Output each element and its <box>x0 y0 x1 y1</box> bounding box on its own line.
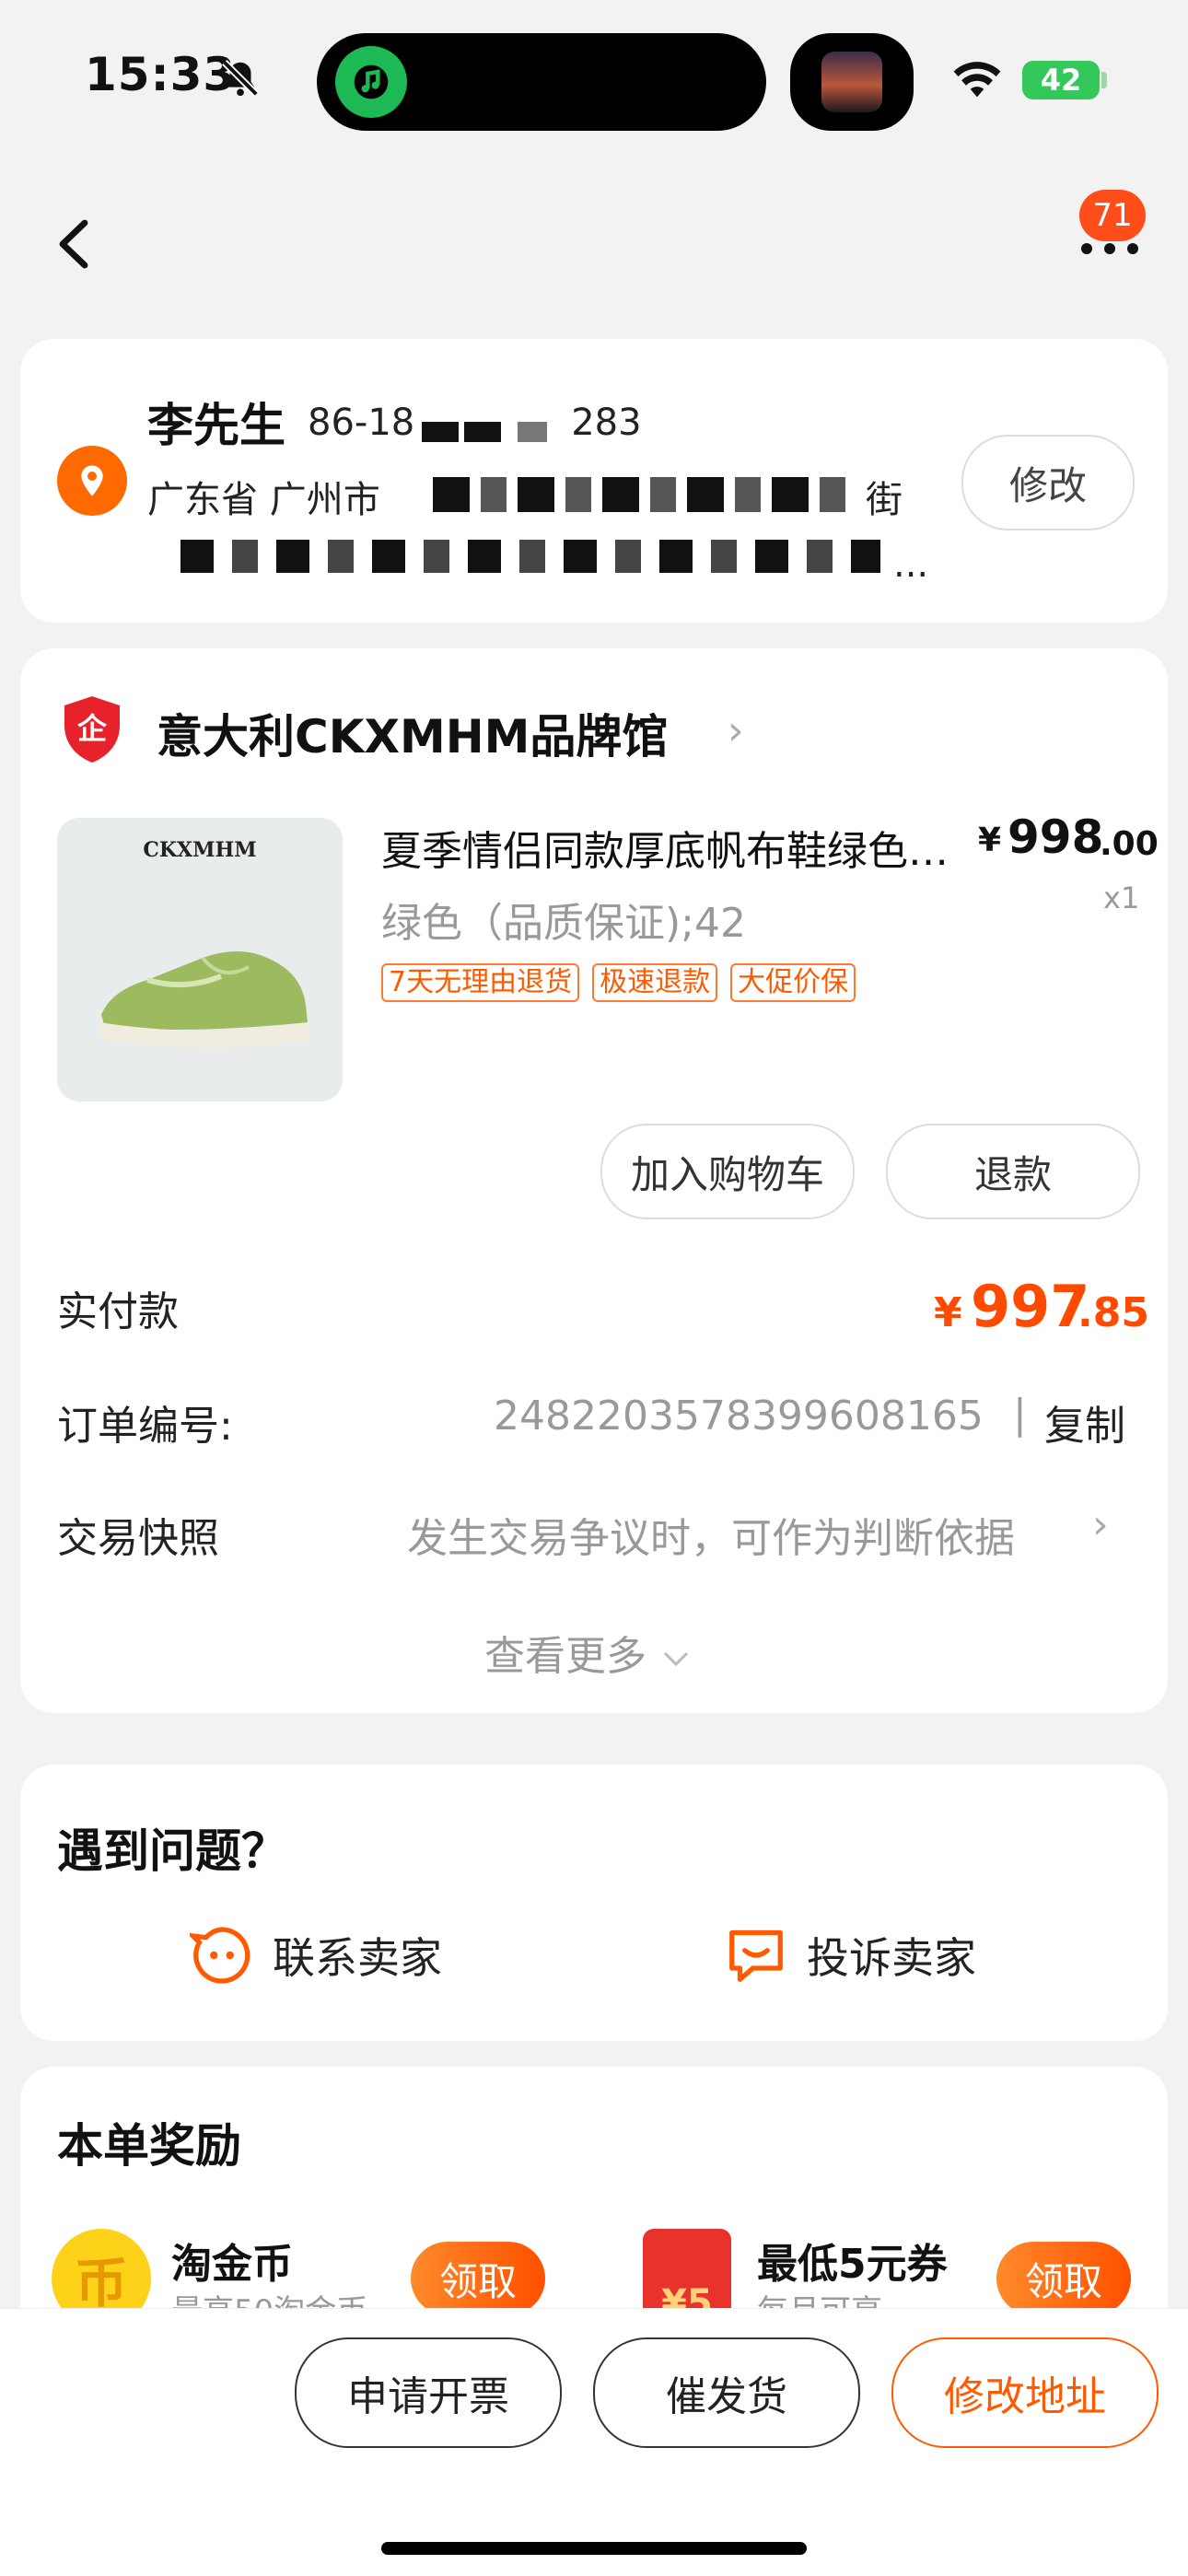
recipient-phone-tail: 283 <box>571 402 642 444</box>
shop-shield-icon: 企 <box>64 696 120 763</box>
quantity: x1 <box>1103 880 1140 915</box>
copy-order-button[interactable]: 复制 <box>1044 1393 1125 1451</box>
svg-text:企: 企 <box>77 711 108 746</box>
complain-seller-label: 投诉卖家 <box>807 1933 976 1983</box>
battery-tip <box>1101 72 1107 88</box>
battery-indicator: 42 <box>1022 61 1100 99</box>
order-separator: | <box>1013 1391 1027 1438</box>
problem-title: 遇到问题？ <box>57 1824 287 1878</box>
product-sku: 绿色（品质保证);42 <box>381 900 746 947</box>
shoe-illustration <box>99 951 309 1048</box>
service-tag: 7天无理由退货 <box>381 963 580 1002</box>
message-count-badge: 71 <box>1079 190 1146 241</box>
view-more-label: 查看更多 <box>484 1633 646 1680</box>
chevron-right-icon[interactable]: › <box>1092 1501 1109 1548</box>
status-time: 15:33 <box>85 48 237 101</box>
coupon-reward-title: 最低5元券 <box>757 2241 948 2288</box>
snapshot-description[interactable]: 发生交易争议时，可作为判断依据 <box>407 1505 1015 1564</box>
contact-seller-label: 联系卖家 <box>273 1933 442 1983</box>
silent-bell-icon <box>222 60 259 97</box>
recipient-name: 李先生 <box>147 399 285 452</box>
coin-reward-title: 淘金币 <box>171 2241 293 2288</box>
refund-button[interactable]: 退款 <box>886 1124 1140 1219</box>
home-indicator[interactable] <box>381 2542 807 2555</box>
service-tag: 大促价保 <box>730 963 856 1002</box>
music-app-icon[interactable] <box>335 46 407 118</box>
product-image[interactable]: CKXMHM <box>57 818 343 1102</box>
service-tags: 7天无理由退货 极速退款 大促价保 <box>381 963 856 1002</box>
problem-card <box>20 1765 1168 2041</box>
edit-address-button[interactable]: 修改 <box>961 435 1135 530</box>
claim-coupon-button[interactable]: 领取 <box>996 2242 1131 2315</box>
complaint-bubble-icon <box>729 1929 783 1982</box>
reward-title: 本单奖励 <box>57 2119 241 2173</box>
location-pin-icon <box>57 446 127 516</box>
claim-coin-button[interactable]: 领取 <box>411 2242 545 2315</box>
order-number: 2482203578399608165 <box>494 1393 984 1440</box>
phone-redaction <box>518 422 547 442</box>
product-title[interactable]: 夏季情侣同款厚底帆布鞋绿色小众设计 <box>381 818 952 877</box>
complain-seller-button[interactable]: 投诉卖家 <box>724 1923 976 1987</box>
recipient-phone-prefix: 86-18 <box>308 402 415 444</box>
back-arrow-icon[interactable] <box>48 212 103 276</box>
address-redaction <box>181 540 880 573</box>
paid-currency: ¥ <box>934 1289 962 1336</box>
address-line-1-prefix: 广东省 广州市 <box>147 479 380 521</box>
chevron-right-icon[interactable]: › <box>728 707 744 754</box>
urge-shipping-button[interactable]: 催发货 <box>593 2337 860 2448</box>
view-more-button[interactable]: 查看更多 <box>484 1623 693 1682</box>
price-decimal: .00 <box>1100 825 1159 863</box>
phone-redaction <box>422 422 459 442</box>
modify-address-button[interactable]: 修改地址 <box>891 2337 1159 2448</box>
chevron-down-icon <box>663 1651 689 1667</box>
paid-amount-integer: 997 <box>971 1273 1090 1340</box>
address-line-1-tail: 街 <box>866 479 903 521</box>
phone-redaction <box>464 422 501 442</box>
service-tag: 极速退款 <box>592 963 718 1002</box>
live-activity-thumbnail[interactable] <box>790 33 914 131</box>
price-integer: 998 <box>1007 810 1104 864</box>
product-image-brand: CKXMHM <box>143 838 257 862</box>
contact-seller-button[interactable]: 联系卖家 <box>190 1923 442 1987</box>
address-line-1: 广东省 广州市 <box>147 470 380 523</box>
address-redaction <box>433 477 856 512</box>
paid-amount-decimal: .85 <box>1077 1289 1149 1336</box>
chat-face-icon <box>190 1927 250 1984</box>
address-line-2-tail: ... <box>893 543 929 586</box>
wifi-icon <box>953 62 1001 98</box>
add-to-cart-button[interactable]: 加入购物车 <box>600 1124 855 1219</box>
order-number-label: 订单编号: <box>57 1403 233 1450</box>
snapshot-label[interactable]: 交易快照 <box>57 1505 219 1564</box>
shop-name[interactable]: 意大利CKXMHM品牌馆 <box>157 700 668 766</box>
paid-amount-label: 实付款 <box>57 1288 179 1335</box>
price-currency: ¥ <box>978 822 1002 859</box>
apply-invoice-button[interactable]: 申请开票 <box>295 2337 562 2448</box>
